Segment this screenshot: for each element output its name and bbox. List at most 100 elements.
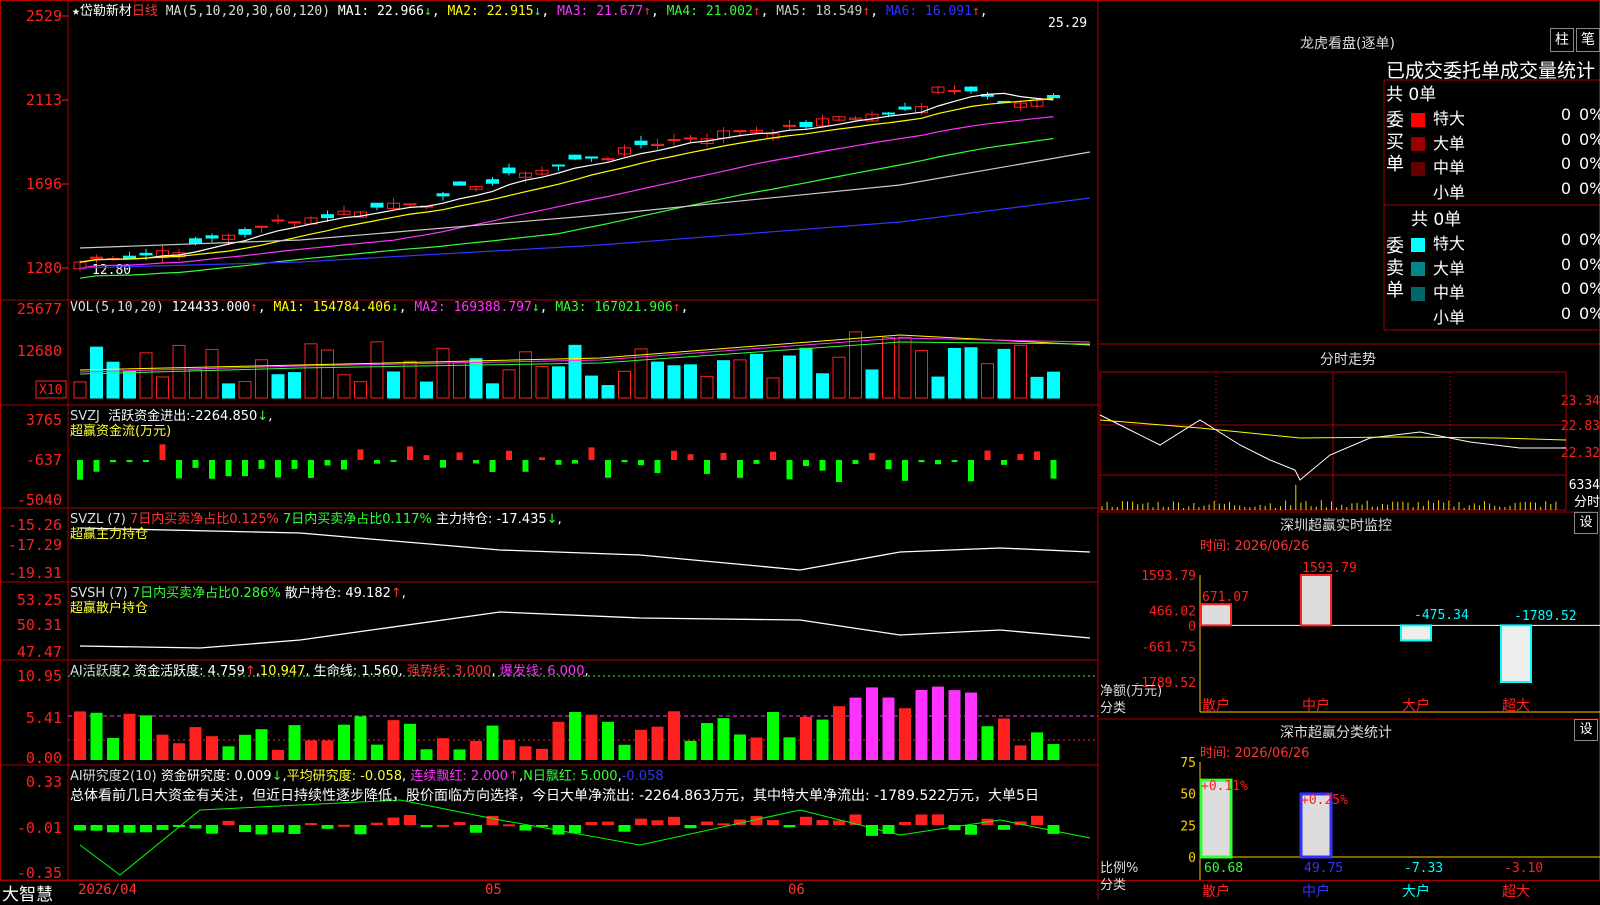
- ai2-bar: [519, 825, 532, 831]
- vol-bar: [189, 369, 202, 399]
- stock-name[interactable]: 岱勒新材: [80, 4, 132, 19]
- date-axis-2: 05: [485, 882, 502, 898]
- candle-body: [255, 225, 268, 228]
- ai2-bar: [668, 816, 680, 825]
- ma-label-5: MA5:: [776, 4, 816, 19]
- vol-bar: [387, 371, 400, 399]
- svzj-bar: [819, 460, 826, 471]
- svzj-bar: [159, 444, 166, 460]
- vol-bar: [964, 347, 978, 399]
- ai1-bar: [173, 743, 185, 760]
- ai2-t3: 连续飘红: 2.000: [410, 769, 509, 784]
- vol-ma-value-3: 167021.906: [594, 300, 673, 315]
- buy-row-count: 0: [1560, 105, 1571, 124]
- max-price-label: 25.29: [1048, 16, 1087, 31]
- date-axis-1: 2026/04: [78, 882, 138, 898]
- svsh-t1: 7日内买卖净占比0.286%: [131, 586, 281, 601]
- buy-row-3: 中单 0 0%: [1411, 154, 1600, 177]
- ai2-bar: [915, 814, 928, 825]
- ai2-bar: [206, 825, 218, 834]
- ai1-bar: [123, 713, 136, 760]
- vol-bar: [205, 348, 219, 399]
- ai1-bar: [833, 706, 845, 760]
- period-label[interactable]: 日线: [132, 4, 158, 19]
- svzj-bar: [143, 460, 149, 462]
- svzj-bar: [720, 452, 727, 460]
- ai1-bar: [717, 718, 730, 760]
- vol-bar: [370, 341, 384, 399]
- candle-body: [271, 219, 285, 222]
- ai1-bar: [552, 721, 565, 760]
- monitor-settings-button[interactable]: 设: [1574, 512, 1598, 534]
- svzj-bar: [753, 460, 760, 464]
- monitor-bar-label: -475.34: [1414, 608, 1469, 623]
- candle-body: [783, 124, 796, 127]
- ai2-bar: [569, 825, 581, 834]
- ai2-bar: [371, 822, 383, 825]
- ai2-t5: -0.058: [621, 769, 664, 784]
- svzj-bar: [93, 460, 100, 472]
- classify-top-label: +0.11%: [1201, 779, 1248, 794]
- tick-mode-button[interactable]: 笔: [1576, 28, 1600, 52]
- svzl-axis-label: -19.31: [8, 564, 62, 582]
- ai2-bar: [453, 822, 466, 825]
- ai1-bar: [585, 714, 598, 760]
- ai1-t3: 生命线: 1.560: [313, 664, 399, 679]
- bar-mode-button[interactable]: 柱: [1550, 28, 1574, 52]
- svzj-bar: [341, 460, 347, 470]
- svzj-bar: [176, 460, 182, 479]
- ai2-bar: [602, 821, 614, 825]
- svzj-bar: [209, 460, 215, 479]
- longhu-title: 龙虎看盘(逐单): [1300, 36, 1395, 52]
- ai2-axis-label: 0.33: [26, 773, 62, 791]
- buy-row-label: 大单: [1433, 133, 1466, 153]
- vol-bar: [73, 381, 87, 399]
- classify-settings-button[interactable]: 设: [1574, 719, 1598, 741]
- candle-body: [601, 158, 615, 161]
- ai1-title: AI活跃度2 资金活跃度: 4.759↑,10.947, 生命线: 1.560,…: [70, 664, 589, 679]
- ma-arrow-1: ↓: [424, 4, 432, 19]
- candle-body: [288, 221, 301, 224]
- ai2-t3-arrow: ↑: [508, 769, 519, 784]
- buy-row-pct: 0%: [1579, 129, 1600, 149]
- candle-body: [486, 179, 499, 184]
- svzj-bar: [308, 460, 314, 478]
- ai1-bar: [453, 749, 466, 760]
- sell-row-3: 中单 0 0%: [1411, 279, 1600, 302]
- buy-color-swatch: [1411, 112, 1425, 127]
- svzj-bar: [522, 460, 529, 472]
- ai1-bar: [371, 744, 383, 760]
- vol-bar: [865, 369, 879, 399]
- svzl-arrow: ↓: [546, 512, 558, 527]
- ai1-bar: [866, 687, 878, 760]
- vol-bar: [898, 336, 912, 399]
- vol-bar: [238, 381, 252, 399]
- vol-bar: [403, 360, 417, 399]
- vol-bar: [304, 343, 318, 399]
- ai1-bar: [668, 711, 680, 760]
- buy-row-label: 特大: [1433, 109, 1466, 128]
- svzj-bar: [803, 460, 809, 467]
- candle-body: [684, 137, 697, 140]
- svzl-subtitle: 超赢主力持仓: [70, 527, 149, 542]
- monitor-bar-label: 671.07: [1202, 590, 1249, 605]
- candle-body: [585, 156, 598, 159]
- ai1-t1-arrow: ↑: [244, 664, 256, 679]
- candle-body: [964, 86, 978, 92]
- ai2-bar: [387, 817, 400, 825]
- monitor-bar-label: -1789.52: [1514, 609, 1577, 624]
- ai1-bar: [90, 712, 103, 760]
- svzj-bar: [126, 460, 133, 462]
- sell-row-pct: 0%: [1579, 230, 1600, 249]
- ai1-bar: [288, 725, 301, 760]
- buy-row-pct: 0%: [1579, 178, 1600, 198]
- ai1-bar: [618, 744, 631, 760]
- ai1-bar: [998, 718, 1010, 760]
- vol-bar: [766, 377, 780, 399]
- ai1-bar: [255, 729, 268, 760]
- svzj-bar: [654, 460, 661, 474]
- ai2-title: AI研究度2(10) 资金研究度: 0.009↓,平均研究度: -0.058, …: [70, 769, 664, 784]
- monitor-category-label: 中户: [1302, 697, 1330, 714]
- svzl-line: [79, 527, 1091, 571]
- sell-total: 共 0单: [1411, 210, 1462, 230]
